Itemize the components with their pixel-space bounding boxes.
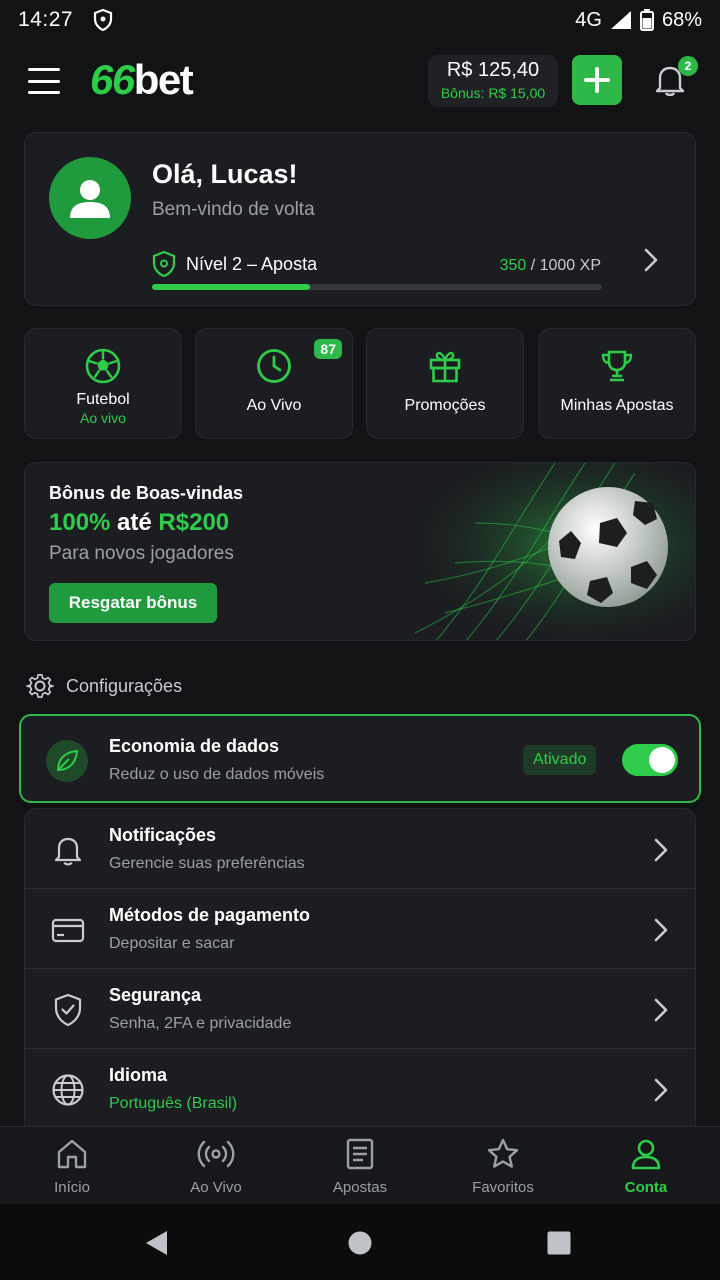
welcome-text: Bem-vindo de volta	[152, 199, 315, 220]
settings-item-payment-methods[interactable]: Métodos de pagamento Depositar e sacar	[25, 889, 695, 969]
settings-item-desc: Gerencie suas preferências	[109, 855, 305, 872]
nav-label: Ao Vivo	[190, 1179, 242, 1196]
settings-item-desc: Depositar e sacar	[109, 935, 235, 952]
settings-item-language[interactable]: Idioma Português (Brasil)	[25, 1049, 695, 1127]
data-saver-row[interactable]: Economia de dados Reduz o uso de dados m…	[19, 714, 701, 803]
banner-subtitle: Para novos jogadores	[49, 543, 234, 564]
status-time: 14:27	[18, 8, 74, 31]
chevron-right-icon	[654, 998, 668, 1022]
soccer-ball-net-image	[395, 463, 695, 640]
battery-icon	[639, 9, 654, 31]
shield-check-icon	[54, 993, 82, 1027]
settings-item-title: Idioma	[109, 1065, 168, 1085]
balance-box[interactable]: R$ 125,40 Bônus: R$ 15,00	[428, 55, 558, 107]
gear-icon	[26, 674, 54, 699]
status-bar: 14:27 4G 68%	[0, 0, 720, 40]
settings-section-header: Configurações	[26, 672, 182, 700]
settings-item-desc: Senha, 2FA e privacidade	[109, 1015, 292, 1032]
settings-section-title: Configurações	[66, 675, 183, 696]
shield-status-icon	[93, 9, 113, 31]
live-broadcast-icon	[197, 1140, 235, 1168]
level-label: Nível 2 – Aposta	[186, 253, 318, 274]
tile-promocoes[interactable]: Promoções	[366, 328, 524, 439]
star-icon	[487, 1138, 519, 1168]
chevron-right-icon	[654, 1078, 668, 1102]
tile-label: Minhas Apostas	[560, 397, 674, 414]
nav-label: Apostas	[332, 1179, 388, 1196]
data-saver-desc: Reduz o uso de dados móveis	[109, 766, 325, 783]
bell-icon	[54, 837, 82, 866]
nav-inicio[interactable]: Início	[12, 1137, 132, 1196]
home-circle-icon[interactable]	[348, 1231, 372, 1255]
settings-item-title: Notificações	[109, 825, 217, 845]
chevron-right-icon	[654, 838, 668, 862]
banner-title: Bônus de Boas-vindas	[49, 483, 244, 503]
nav-ao-vivo[interactable]: Ao Vivo	[156, 1137, 276, 1196]
nav-apostas[interactable]: Apostas	[300, 1137, 420, 1196]
back-icon[interactable]	[145, 1230, 169, 1256]
network-type: 4G	[575, 8, 602, 31]
level-info: Nível 2 – Aposta	[152, 251, 317, 277]
settings-item-security[interactable]: Segurança Senha, 2FA e privacidade	[25, 969, 695, 1049]
brand-logo[interactable]: 66bet	[90, 56, 194, 104]
tile-ao-vivo[interactable]: Ao Vivo 87	[195, 328, 353, 439]
system-nav-bar	[0, 1204, 720, 1280]
deposit-button[interactable]	[572, 55, 622, 105]
tile-minhas-apostas[interactable]: Minhas Apostas	[538, 328, 696, 439]
bonus-amount: Bônus: R$ 15,00	[440, 85, 546, 101]
tile-sublabel: Ao vivo	[80, 410, 126, 426]
xp-progress-bar	[152, 284, 602, 290]
avatar	[49, 157, 131, 239]
bottom-nav: Início Ao Vivo Apostas Favoritos Conta	[0, 1126, 720, 1204]
data-saver-status: Ativado	[523, 745, 597, 775]
tile-futebol[interactable]: Futebol Ao vivo	[24, 328, 182, 439]
recents-icon[interactable]	[547, 1231, 571, 1255]
greeting: Olá, Lucas!	[152, 159, 298, 189]
settings-list: Notificações Gerencie suas preferências …	[24, 808, 696, 1128]
nav-label: Início	[54, 1179, 90, 1196]
balance-amount: R$ 125,40	[446, 59, 540, 81]
settings-item-notifications[interactable]: Notificações Gerencie suas preferências	[25, 809, 695, 889]
level-shield-icon	[152, 251, 176, 277]
user-icon	[70, 180, 110, 218]
credit-card-icon	[51, 918, 85, 943]
soccer-ball-icon	[85, 348, 121, 384]
clock-icon	[257, 349, 291, 383]
home-icon	[57, 1139, 87, 1169]
welcome-bonus-banner[interactable]: Bônus de Boas-vindas 100% até R$200 Para…	[24, 462, 696, 641]
chevron-right-icon	[654, 918, 668, 942]
data-saver-toggle[interactable]	[622, 744, 678, 776]
trophy-icon	[601, 350, 633, 382]
tile-label: Ao Vivo	[246, 397, 302, 414]
nav-conta[interactable]: Conta	[586, 1137, 706, 1196]
user-icon	[631, 1139, 661, 1170]
globe-icon	[52, 1074, 84, 1106]
settings-item-desc: Português (Brasil)	[109, 1095, 238, 1112]
tile-label: Futebol	[76, 391, 130, 408]
nav-favoritos[interactable]: Favoritos	[443, 1137, 563, 1196]
leaf-icon	[46, 740, 88, 782]
bet-slip-icon	[346, 1138, 374, 1170]
settings-item-title: Métodos de pagamento	[109, 905, 311, 925]
settings-item-title: Segurança	[109, 985, 202, 1005]
gift-icon	[429, 351, 461, 383]
xp-progress-fill	[152, 284, 310, 290]
signal-icon	[610, 11, 631, 29]
xp-counter: 350 / 1000 XP	[499, 257, 601, 274]
nav-label: Favoritos	[472, 1179, 534, 1196]
claim-bonus-button[interactable]: Resgatar bônus	[49, 583, 217, 623]
profile-card[interactable]: Olá, Lucas! Bem-vindo de volta Nível 2 –…	[24, 132, 696, 306]
nav-label: Conta	[624, 1179, 668, 1196]
live-count-badge: 87	[314, 339, 342, 359]
app-header: 66bet R$ 125,40 Bônus: R$ 15,00 2	[0, 50, 720, 112]
chevron-right-icon[interactable]	[643, 247, 659, 273]
plus-icon	[584, 67, 610, 93]
notification-badge: 2	[678, 56, 698, 76]
battery-level: 68%	[661, 8, 702, 31]
tile-label: Promoções	[404, 397, 486, 414]
menu-icon[interactable]	[28, 68, 60, 94]
notifications-button[interactable]: 2	[652, 56, 698, 102]
banner-headline: 100% até R$200	[49, 509, 230, 536]
data-saver-title: Economia de dados	[109, 736, 280, 756]
